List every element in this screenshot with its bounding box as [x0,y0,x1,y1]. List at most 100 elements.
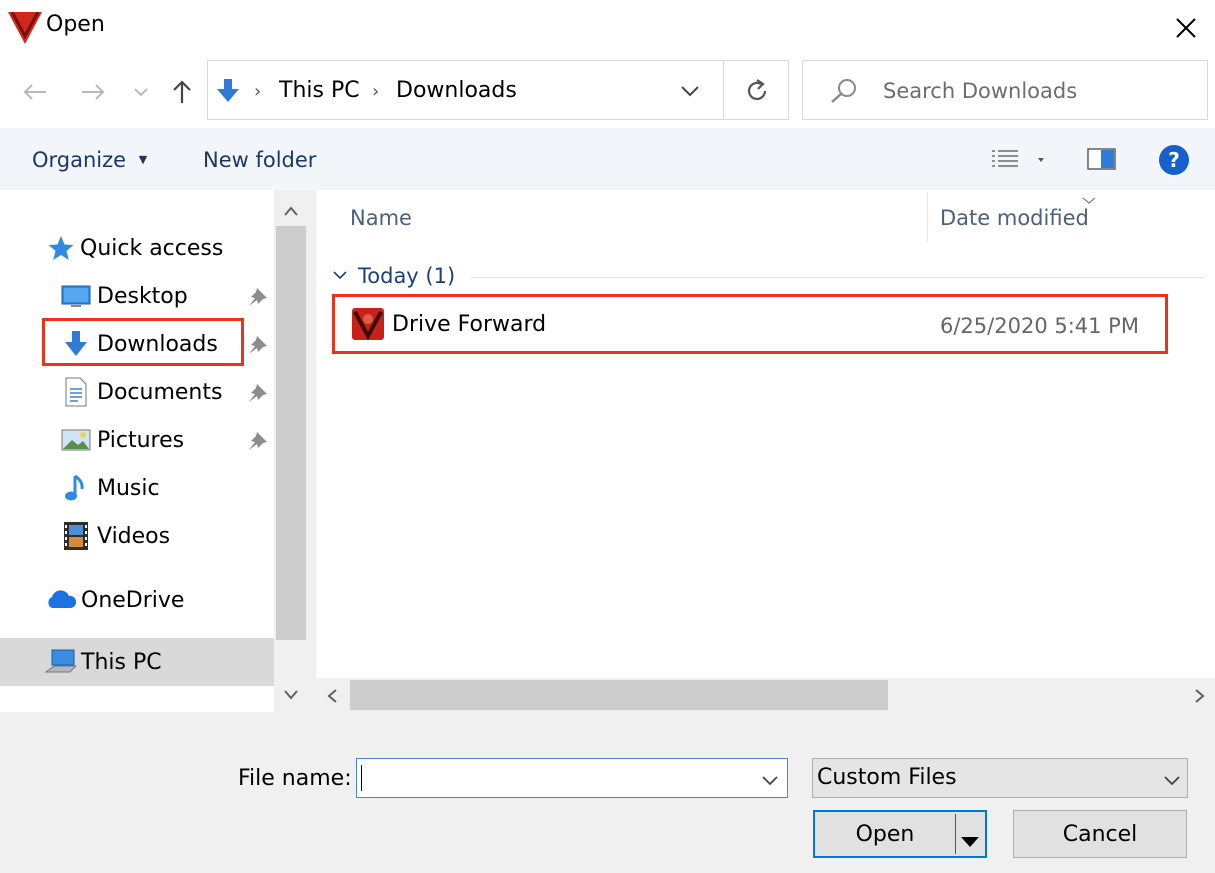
chevron-down-icon [762,776,778,786]
search-input[interactable]: Search Downloads [802,60,1208,120]
back-arrow-icon [23,84,46,100]
chevron-down-icon [134,88,148,97]
group-divider [470,277,1205,278]
pin-icon [245,286,269,312]
breadcrumb-this-pc[interactable]: This PC [279,78,360,103]
pin-icon [245,430,269,456]
search-placeholder: Search Downloads [883,79,1078,103]
sort-indicator-icon [1082,190,1096,209]
cloud-icon [44,585,78,615]
documents-icon [61,377,91,407]
command-toolbar: Organize ▼ New folder ? [0,128,1215,190]
split-divider [955,814,956,854]
cancel-button[interactable]: Cancel [1013,810,1187,858]
up-arrow-icon [173,80,191,103]
sidebar-item-downloads[interactable]: Downloads [61,322,218,366]
sidebar-item-pictures[interactable]: Pictures [61,418,184,462]
scroll-left-arrow-icon[interactable] [326,688,338,708]
forward-arrow-icon [82,84,105,100]
column-name-header[interactable]: Name [350,206,412,230]
chevron-down-icon [681,86,699,97]
up-button[interactable] [166,74,198,110]
file-name: Drive Forward [392,312,547,337]
computer-icon [44,647,78,677]
refresh-button[interactable] [743,77,771,109]
sidebar-item-videos[interactable]: Videos [61,514,170,558]
navigation-pane: Quick access Desktop Downloads Documents… [0,190,308,712]
recent-locations-button[interactable] [128,80,154,104]
caret-down-icon [961,837,979,847]
scroll-down-arrow-icon[interactable] [283,686,299,705]
videos-icon [61,521,91,551]
sidebar-item-label: Documents [97,379,223,405]
file-name-input[interactable] [356,758,788,798]
file-type-value: Custom Files [817,765,957,790]
back-button[interactable] [18,76,52,108]
new-folder-button[interactable]: New folder [203,148,316,172]
group-collapse-icon[interactable] [332,266,348,285]
open-options-dropdown[interactable] [959,829,981,854]
scroll-up-arrow-icon[interactable] [283,202,299,221]
chevron-down-icon [1163,772,1181,791]
open-button-label: Open [855,821,915,847]
refresh-icon [747,79,767,100]
preview-pane-button[interactable] [1087,146,1117,176]
sidebar-item-label: Desktop [97,283,188,309]
file-name-label: File name: [238,766,352,791]
close-icon [1176,18,1196,38]
forward-button[interactable] [76,76,110,108]
sidebar-item-music[interactable]: Music [61,466,160,510]
downloads-location-icon [214,77,242,109]
file-type-select[interactable]: Custom Files [812,758,1188,798]
help-button[interactable]: ? [1158,144,1190,180]
details-view-icon [992,150,1044,167]
column-date-modified-header[interactable]: Date modified [940,206,1089,230]
file-list-scrollbar[interactable] [316,678,1215,712]
help-icon: ? [1159,145,1189,175]
column-divider [927,192,928,242]
file-list-scroll-thumb[interactable] [350,680,888,710]
sidebar-scrollbar[interactable] [274,190,308,712]
group-header-today[interactable]: Today (1) [358,264,455,288]
sidebar-item-this-pc[interactable]: This PC [0,638,274,686]
dialog-footer: File name: Custom Files Open Cancel [0,712,1215,873]
downloads-icon [61,329,91,359]
search-icon [829,77,859,109]
star-icon [46,233,76,263]
address-divider [723,61,724,119]
open-button[interactable]: Open [813,810,987,858]
address-bar[interactable]: › This PC › Downloads [207,60,789,120]
file-list: Name Date modified Today (1) Drive Forwa… [316,190,1215,712]
sidebar-item-quick-access[interactable]: Quick access [46,226,223,270]
breadcrumb-separator-icon: › [254,81,262,102]
svg-text:?: ? [1168,148,1180,172]
file-row[interactable]: Drive Forward 6/25/2020 5:41 PM [338,300,1162,348]
sidebar-item-label: Videos [97,523,171,549]
file-date: 6/25/2020 5:41 PM [940,314,1139,338]
breadcrumb-downloads[interactable]: Downloads [396,78,517,103]
organize-label: Organize [32,148,127,172]
sidebar-item-documents[interactable]: Documents [61,370,222,414]
scroll-right-arrow-icon[interactable] [1194,688,1206,708]
music-icon [61,473,91,503]
sidebar-item-desktop[interactable]: Desktop [61,274,188,318]
sidebar-item-label: Downloads [97,331,218,357]
change-view-button[interactable] [990,146,1050,176]
preview-pane-icon [1087,148,1116,170]
breadcrumb-separator-icon: › [372,81,380,102]
pin-icon [245,382,269,408]
desktop-icon [61,281,91,311]
drive-forward-app-icon [352,308,384,344]
caret-down-icon: ▼ [138,153,148,166]
address-history-dropdown[interactable] [680,83,700,102]
file-name-dropdown[interactable] [761,772,779,791]
organize-button[interactable]: Organize ▼ [32,148,147,172]
title-bar: Open [0,0,1215,56]
pictures-icon [61,425,91,455]
window-title: Open [46,12,105,37]
sidebar-item-label: OneDrive [81,587,185,613]
sidebar-item-onedrive[interactable]: OneDrive [44,578,184,622]
sidebar-scroll-thumb[interactable] [276,226,306,640]
app-logo-icon [8,11,42,48]
close-button[interactable] [1158,6,1214,50]
